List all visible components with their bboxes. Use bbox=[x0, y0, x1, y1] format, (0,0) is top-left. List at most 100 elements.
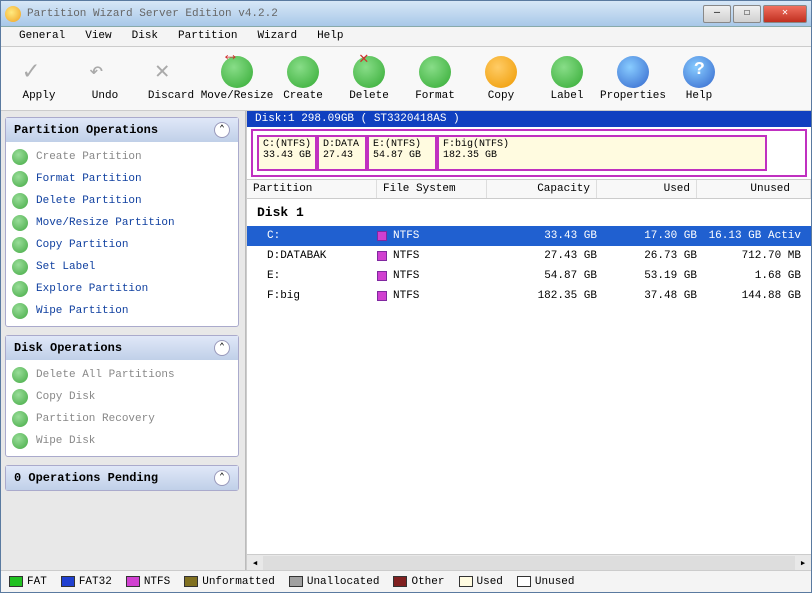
op-item[interactable]: Explore Partition bbox=[6, 278, 238, 300]
col-filesystem[interactable]: File System bbox=[377, 180, 487, 198]
collapse-icon[interactable]: ⌃ bbox=[214, 122, 230, 138]
cell-partition: F:big bbox=[247, 290, 377, 302]
minimize-button[interactable]: — bbox=[703, 5, 731, 23]
op-item[interactable]: Delete Partition bbox=[6, 190, 238, 212]
toolbar-label: Move/Resize bbox=[201, 90, 274, 102]
partition-ops-title: Partition Operations bbox=[14, 123, 158, 137]
create-icon bbox=[287, 56, 319, 88]
cell-capacity: 33.43 GB bbox=[487, 230, 597, 242]
legend-item: FAT32 bbox=[61, 576, 112, 588]
horizontal-scrollbar[interactable]: ◂ ▸ bbox=[247, 554, 811, 570]
disk-segment[interactable]: D:DATA27.43 bbox=[317, 135, 367, 171]
legend-swatch bbox=[517, 576, 531, 587]
disk-ops-panel: Disk Operations ⌃ Delete All PartitionsC… bbox=[5, 335, 239, 457]
menu-partition[interactable]: Partition bbox=[168, 27, 247, 46]
disk-segment[interactable]: E:(NTFS)54.87 GB bbox=[367, 135, 437, 171]
toolbar-label: Create bbox=[283, 90, 323, 102]
col-unused[interactable]: Unused bbox=[697, 180, 811, 198]
disk-segment[interactable]: C:(NTFS)33.43 GB bbox=[257, 135, 317, 171]
partition-ops-panel: Partition Operations ⌃ Create Partition F… bbox=[5, 117, 239, 327]
collapse-icon[interactable]: ⌃ bbox=[214, 340, 230, 356]
label-button[interactable]: Label bbox=[537, 51, 597, 107]
op-label: Explore Partition bbox=[36, 283, 148, 295]
legend-item: Unformatted bbox=[184, 576, 275, 588]
legend-label: FAT bbox=[27, 576, 47, 588]
cell-partition: E: bbox=[247, 270, 377, 282]
legend-item: Used bbox=[459, 576, 503, 588]
op-label: Partition Recovery bbox=[36, 413, 155, 425]
partition-row[interactable]: C:NTFS33.43 GB17.30 GB16.13 GB Activ bbox=[247, 226, 811, 246]
op-item[interactable]: Delete All Partitions bbox=[6, 364, 238, 386]
move-button[interactable]: Move/Resize bbox=[207, 51, 267, 107]
app-icon bbox=[5, 6, 21, 22]
create-button[interactable]: Create bbox=[273, 51, 333, 107]
op-item[interactable]: Move/Resize Partition bbox=[6, 212, 238, 234]
apply-button[interactable]: Apply bbox=[9, 51, 69, 107]
menu-view[interactable]: View bbox=[75, 27, 121, 46]
op-item[interactable]: Format Partition bbox=[6, 168, 238, 190]
partition-row[interactable]: F:bigNTFS182.35 GB37.48 GB144.88 GB bbox=[247, 286, 811, 306]
menu-disk[interactable]: Disk bbox=[122, 27, 168, 46]
disk-segment[interactable]: F:big(NTFS)182.35 GB bbox=[437, 135, 767, 171]
title-bar: Partition Wizard Server Edition v4.2.2 —… bbox=[1, 1, 811, 27]
toolbar-label: Label bbox=[550, 90, 583, 102]
col-partition[interactable]: Partition bbox=[247, 180, 377, 198]
op-item[interactable]: Copy Partition bbox=[6, 234, 238, 256]
op-label: Wipe Disk bbox=[36, 435, 95, 447]
partition-row[interactable]: D:DATABAKNTFS27.43 GB26.73 GB712.70 MB bbox=[247, 246, 811, 266]
move-icon bbox=[221, 56, 253, 88]
main-pane: Disk:1 298.09GB ( ST3320418AS ) C:(NTFS)… bbox=[246, 111, 811, 570]
undo-button[interactable]: Undo bbox=[75, 51, 135, 107]
legend-swatch bbox=[9, 576, 23, 587]
check-icon bbox=[23, 56, 55, 88]
col-capacity[interactable]: Capacity bbox=[487, 180, 597, 198]
copy-button[interactable]: Copy bbox=[471, 51, 531, 107]
op-icon bbox=[12, 303, 28, 319]
toolbar-label: Properties bbox=[600, 90, 666, 102]
op-item[interactable]: Partition Recovery bbox=[6, 408, 238, 430]
partition-row[interactable]: E:NTFS54.87 GB53.19 GB1.68 GB bbox=[247, 266, 811, 286]
cell-unused: 1.68 GB bbox=[697, 270, 811, 282]
collapse-icon[interactable]: ⌃ bbox=[214, 470, 230, 486]
legend-label: Used bbox=[477, 576, 503, 588]
column-headers: Partition File System Capacity Used Unus… bbox=[247, 179, 811, 199]
legend-item: Unused bbox=[517, 576, 575, 588]
op-icon bbox=[12, 215, 28, 231]
op-icon bbox=[12, 193, 28, 209]
op-label: Format Partition bbox=[36, 173, 142, 185]
cell-fs: NTFS bbox=[377, 230, 487, 242]
col-used[interactable]: Used bbox=[597, 180, 697, 198]
format-button[interactable]: Format bbox=[405, 51, 465, 107]
legend-swatch bbox=[289, 576, 303, 587]
op-icon bbox=[12, 367, 28, 383]
op-item[interactable]: Wipe Partition bbox=[6, 300, 238, 322]
op-item[interactable]: Create Partition bbox=[6, 146, 238, 168]
menu-general[interactable]: General bbox=[9, 27, 75, 46]
undo-icon bbox=[89, 56, 121, 88]
toolbar-label: Undo bbox=[92, 90, 118, 102]
legend-label: Unallocated bbox=[307, 576, 380, 588]
op-item[interactable]: Set Label bbox=[6, 256, 238, 278]
disk-map[interactable]: C:(NTFS)33.43 GBD:DATA27.43E:(NTFS)54.87… bbox=[251, 129, 807, 177]
props-button[interactable]: Properties bbox=[603, 51, 663, 107]
menu-help[interactable]: Help bbox=[307, 27, 353, 46]
pending-panel: 0 Operations Pending ⌃ bbox=[5, 465, 239, 491]
menu-wizard[interactable]: Wizard bbox=[247, 27, 307, 46]
window-title: Partition Wizard Server Edition v4.2.2 bbox=[27, 8, 703, 20]
maximize-button[interactable]: ☐ bbox=[733, 5, 761, 23]
op-icon bbox=[12, 433, 28, 449]
close-button[interactable]: ✕ bbox=[763, 5, 807, 23]
op-label: Set Label bbox=[36, 261, 95, 273]
op-item[interactable]: Wipe Disk bbox=[6, 430, 238, 452]
op-icon bbox=[12, 237, 28, 253]
fs-swatch bbox=[377, 271, 387, 281]
op-item[interactable]: Copy Disk bbox=[6, 386, 238, 408]
toolbar-label: Delete bbox=[349, 90, 389, 102]
legend-item: Other bbox=[393, 576, 444, 588]
delete-button[interactable]: Delete bbox=[339, 51, 399, 107]
discard-button[interactable]: Discard bbox=[141, 51, 201, 107]
help-button[interactable]: Help bbox=[669, 51, 729, 107]
cell-fs: NTFS bbox=[377, 250, 487, 262]
pending-title: 0 Operations Pending bbox=[14, 471, 158, 485]
cell-capacity: 182.35 GB bbox=[487, 290, 597, 302]
